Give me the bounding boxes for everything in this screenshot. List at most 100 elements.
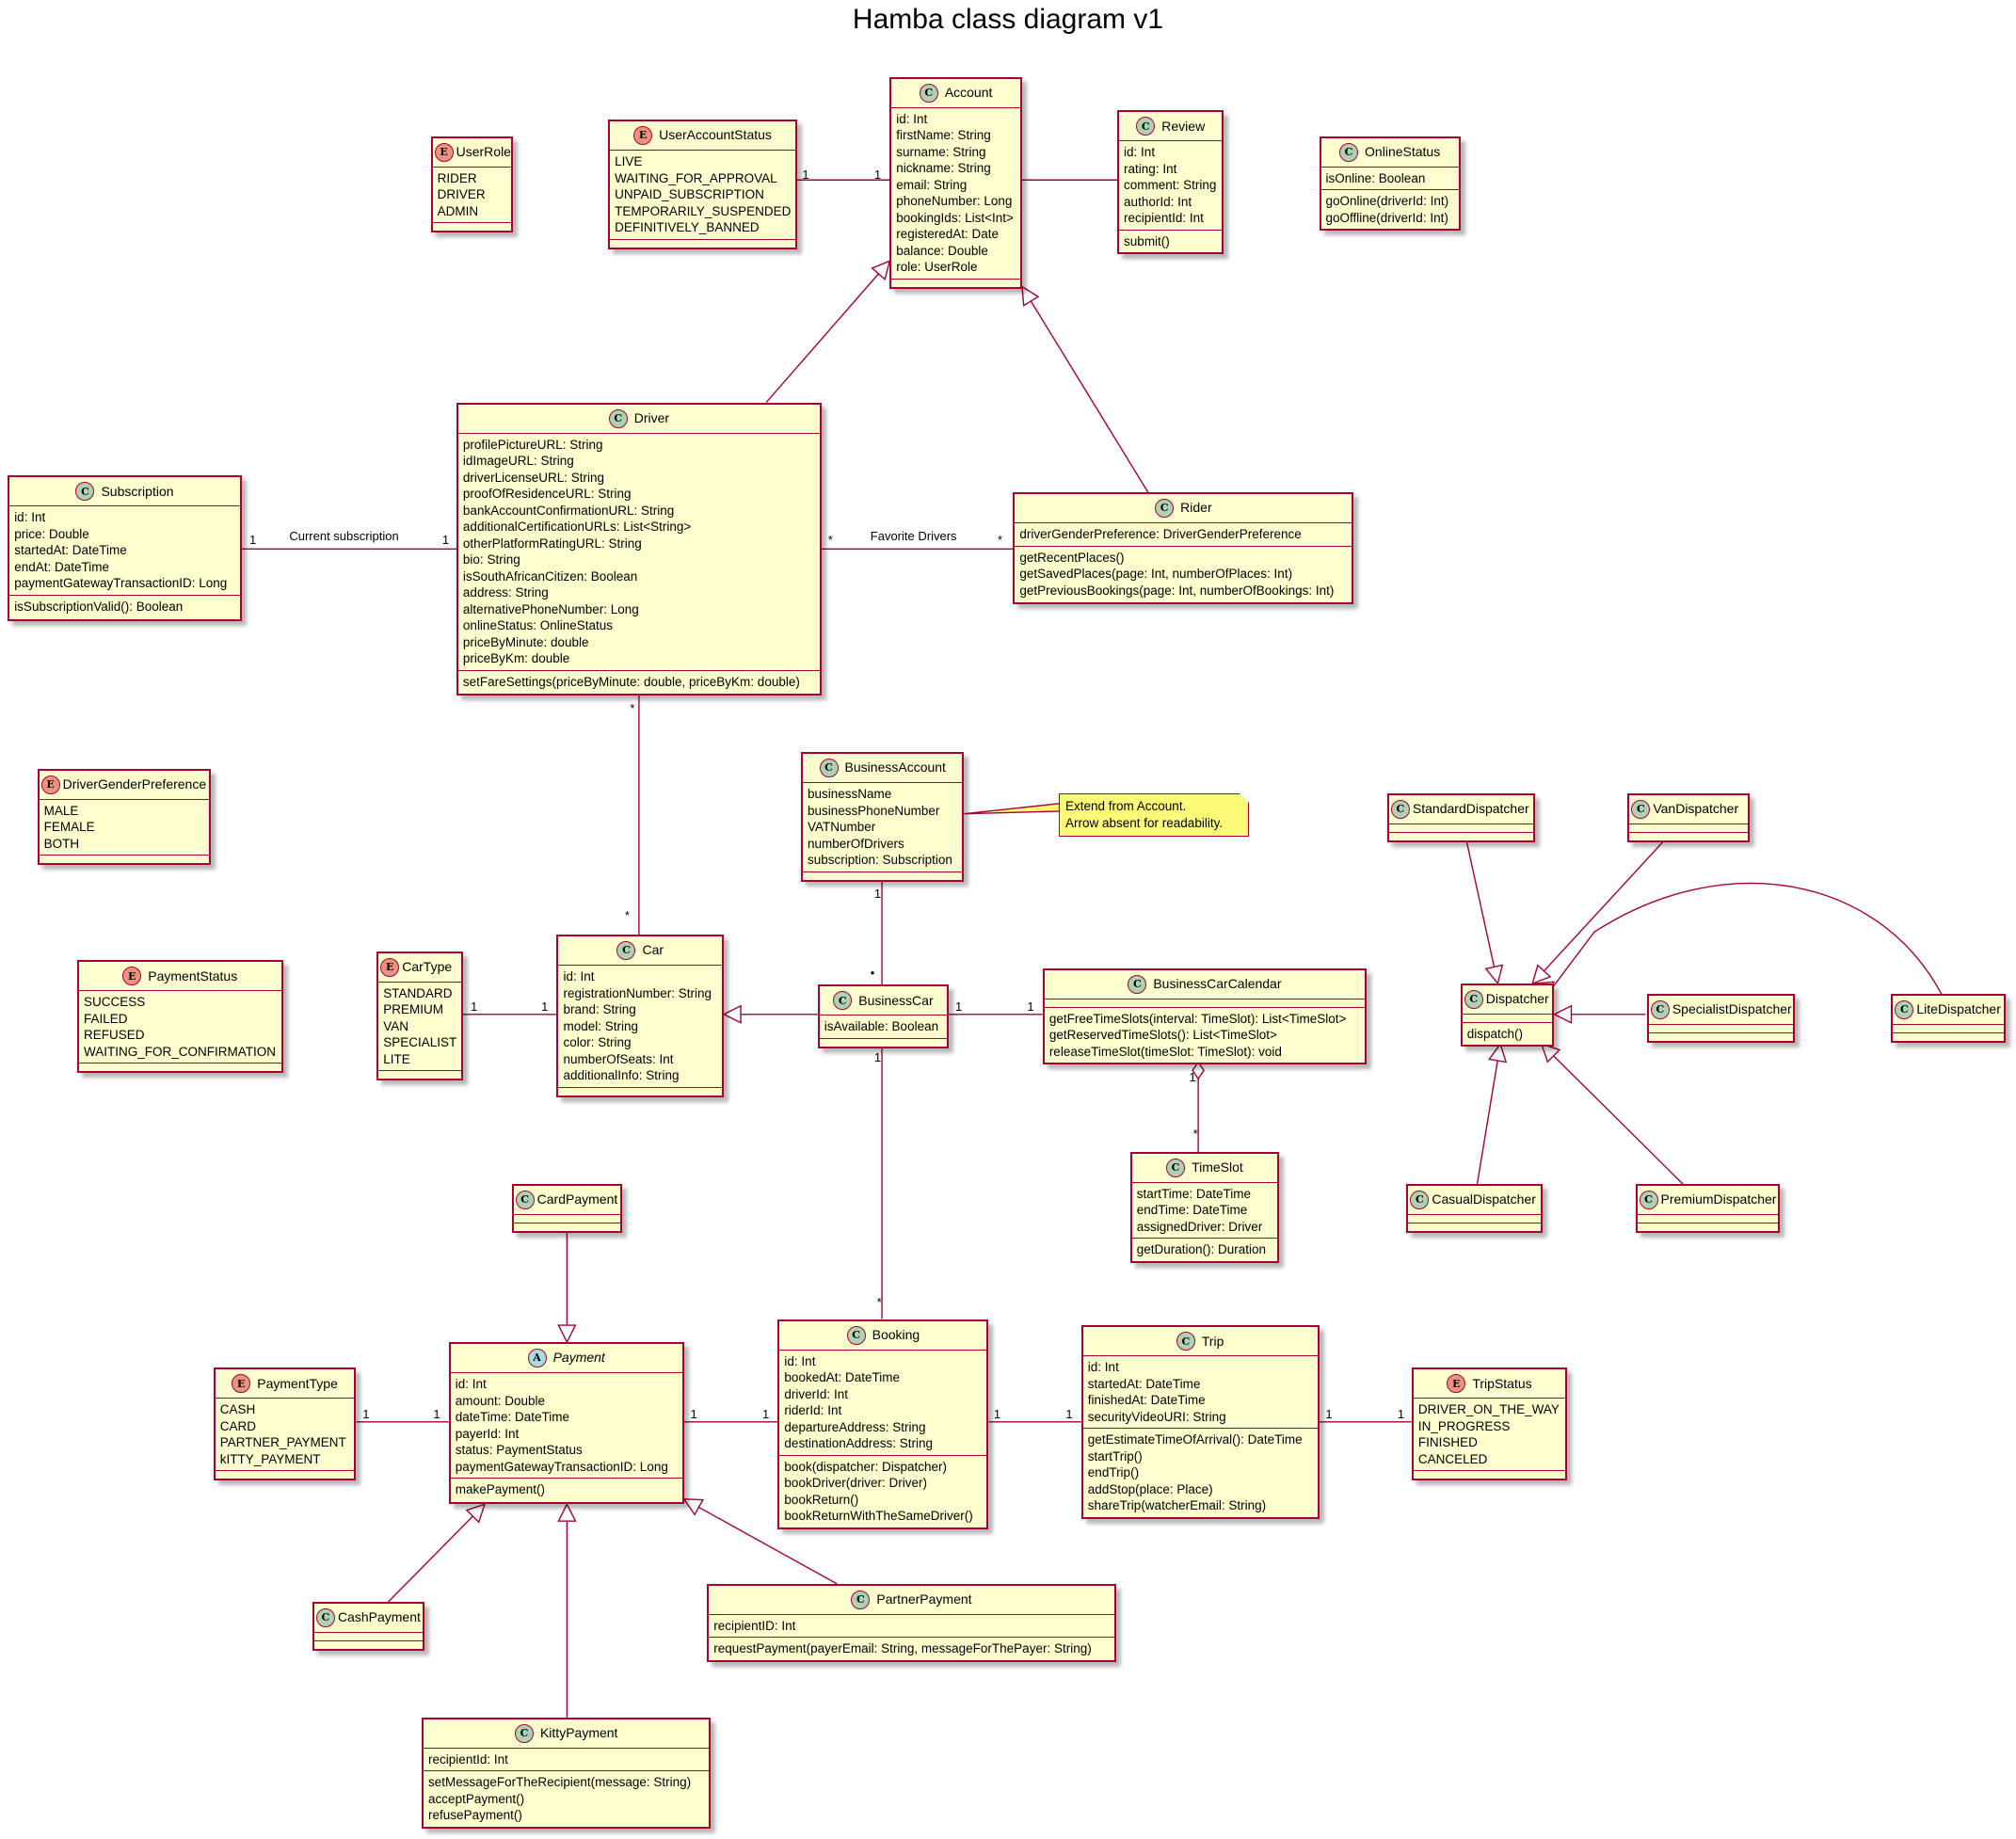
multiplicity-label: 1 — [1397, 1406, 1405, 1421]
field: id: Int — [563, 969, 595, 984]
fields-section — [513, 1215, 621, 1224]
field: departureAddress: String — [784, 1419, 926, 1434]
field: alternativePhoneNumber: Long — [462, 601, 639, 616]
enum-value: kITTY_PAYMENT — [219, 1451, 321, 1466]
class-box-booking: C Booking id: Int bookedAt: DateTime driverI… — [777, 1319, 989, 1529]
class-name: BusinessCarCalendar — [1153, 975, 1282, 991]
methods-section: getFreeTimeSlots(interval: TimeSlot): Li… — [1045, 1008, 1365, 1063]
multiplicity-label: * — [876, 1294, 882, 1309]
method: getSavedPlaces(page: Int, numberOfPlaces… — [1019, 567, 1293, 582]
multiplicity-label: 1 — [873, 886, 882, 901]
class-name: TripStatus — [1472, 1375, 1532, 1391]
enum-value: FINISHED — [1417, 1435, 1478, 1450]
class-header: C PremiumDispatcher — [1637, 1186, 1778, 1216]
fields-section: id: Int registrationNumber: String brand: … — [558, 966, 723, 1088]
class-header: C Trip — [1082, 1327, 1318, 1357]
class-box-van-dispatcher: C VanDispatcher — [1627, 792, 1751, 842]
methods-section: requestPayment(payerEmail: String, messa… — [709, 1638, 1113, 1660]
multiplicity-label: * — [624, 907, 630, 922]
field: startedAt: DateTime — [14, 543, 127, 558]
fields-section — [1637, 1215, 1778, 1224]
fields-section: profilePictureURL: String idImageURL: Str… — [457, 434, 820, 671]
field: assignedDriver: Driver — [1136, 1219, 1263, 1234]
fields-section — [1408, 1215, 1542, 1224]
method: setFareSettings(priceByMinute: double, p… — [462, 674, 800, 689]
inheritance-line — [1464, 837, 1496, 967]
class-name: Rider — [1180, 500, 1212, 516]
class-header: A Payment — [450, 1344, 682, 1374]
multiplicity-label: 1 — [873, 167, 882, 182]
enum-value: DEFINITIVELY_BANNED — [615, 220, 760, 235]
field: businessName — [808, 787, 892, 802]
fields-section: isAvailable: Boolean — [819, 1015, 948, 1039]
multiplicity-label: 1 — [433, 1406, 440, 1421]
field: isSouthAfricanCitizen: Boolean — [462, 568, 638, 584]
field: paymentGatewayTransactionID: Long — [455, 1459, 668, 1474]
method: getReservedTimeSlots(): List<TimeSlot> — [1048, 1028, 1277, 1043]
methods-section — [1629, 833, 1748, 840]
class-header: C BusinessCar — [819, 986, 948, 1016]
field: bankAccountConfirmationURL: String — [462, 503, 675, 518]
note-connector — [964, 802, 1061, 815]
inheritance-arrow-icon — [1484, 964, 1504, 985]
class-box-trip-status: E TripStatus DRIVER_ON_THE_WAY IN_PROGRESS F… — [1411, 1367, 1568, 1481]
fields-section — [1648, 1025, 1793, 1033]
fields-section: id: Int startedAt: DateTime finishedAt: Da… — [1082, 1356, 1318, 1430]
enum-value: STANDARD — [383, 985, 453, 1000]
inheritance-arrow-icon — [557, 1502, 577, 1522]
fields-section — [1462, 1015, 1553, 1023]
enum-value: FAILED — [83, 1011, 128, 1026]
multiplicity-label: 1 — [470, 999, 478, 1014]
field: authorId: Int — [1124, 194, 1192, 209]
field: isAvailable: Boolean — [824, 1019, 939, 1034]
methods-section — [1389, 833, 1533, 840]
enum-value: FEMALE — [43, 820, 95, 835]
enum-value: WAITING_FOR_APPROVAL — [615, 170, 777, 185]
class-box-payment-type: E PaymentType CASH CARD PARTNER_PAYMENT kITTY… — [213, 1367, 357, 1481]
class-name: VanDispatcher — [1653, 801, 1739, 817]
class-header: C BusinessCarCalendar — [1044, 970, 1366, 999]
class-box-driver: C Driver profilePictureURL: String idImageU… — [456, 402, 822, 696]
class-icon: C — [851, 1590, 871, 1609]
class-name: PremiumDispatcher — [1660, 1191, 1777, 1207]
field: id: Int — [896, 111, 928, 126]
field: businessPhoneNumber — [808, 803, 940, 818]
field: id: Int — [784, 1353, 816, 1368]
fields-section: startTime: DateTime endTime: DateTime assi… — [1131, 1183, 1278, 1239]
methods-section: makePayment() — [451, 1479, 682, 1501]
class-name: StandardDispatcher — [1412, 801, 1529, 817]
class-icon: C — [1650, 999, 1670, 1019]
field: color: String — [563, 1035, 632, 1050]
field: onlineStatus: OnlineStatus — [462, 618, 614, 633]
class-box-business-car: C BusinessCar isAvailable: Boolean — [817, 984, 950, 1048]
class-name: Booking — [872, 1326, 920, 1342]
class-header: C LiteDispatcher — [1893, 996, 2004, 1025]
methods-section: setFareSettings(priceByMinute: double, p… — [458, 671, 820, 694]
field: address: String — [462, 585, 549, 600]
field: status: PaymentStatus — [455, 1443, 583, 1458]
field: paymentGatewayTransactionID: Long — [14, 576, 228, 591]
class-box-partner-payment: C PartnerPayment recipientID: Int requestPa… — [707, 1583, 1116, 1662]
method: isSubscriptionValid(): Boolean — [14, 599, 184, 614]
methods-section: setMessageForTheRecipient(message: Strin… — [424, 1771, 709, 1827]
enum-value: ADMIN — [437, 203, 479, 218]
class-icon: C — [833, 991, 853, 1011]
methods-section — [820, 1039, 947, 1047]
fields-section — [1893, 1025, 2004, 1033]
multiplicity-label: 1 — [1325, 1406, 1333, 1421]
field: finishedAt: DateTime — [1087, 1393, 1206, 1408]
class-name: Driver — [633, 409, 670, 425]
class-box-dispatcher: C Dispatcher dispatch() — [1460, 983, 1555, 1047]
field: rating: Int — [1124, 161, 1177, 176]
multiplicity-label: 1 — [873, 1050, 882, 1065]
enum-icon: E — [434, 142, 454, 162]
field: startTime: DateTime — [1136, 1186, 1251, 1201]
method: releaseTimeSlot(timeSlot: TimeSlot): voi… — [1048, 1044, 1282, 1059]
class-icon: C — [1631, 799, 1651, 819]
fields-section: id: Int bookedAt: DateTime driverId: Int ri… — [779, 1351, 987, 1456]
class-name: Subscription — [101, 483, 174, 499]
fields-section: id: Int rating: Int comment: String authorI… — [1119, 141, 1223, 231]
class-header: C Review — [1119, 112, 1223, 142]
class-name: DriverGenderPreference — [62, 776, 207, 792]
class-box-business-account: C BusinessAccount businessName businessPhon… — [801, 752, 965, 882]
